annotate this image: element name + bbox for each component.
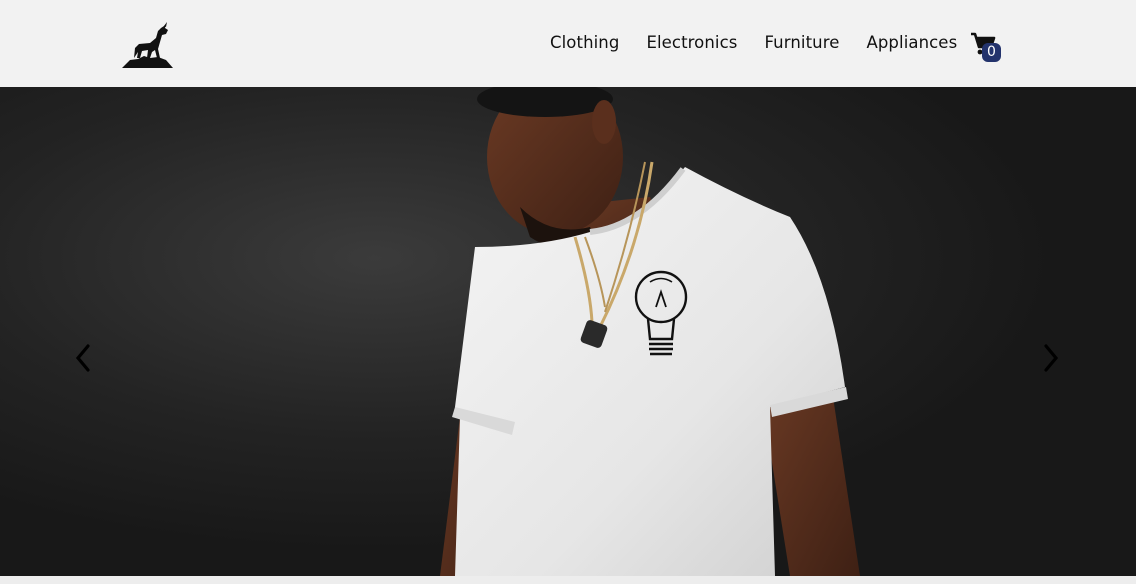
nav-item-electronics[interactable]: Electronics [646, 33, 737, 52]
top-navbar: Clothing Electronics Furniture Appliance… [0, 0, 1136, 87]
nav-item-clothing[interactable]: Clothing [550, 33, 619, 52]
chevron-left-icon [75, 344, 90, 372]
nav-item-appliances[interactable]: Appliances [866, 33, 957, 52]
hero-carousel [0, 87, 1136, 576]
carousel-next-button[interactable] [1040, 342, 1062, 374]
carousel-prev-button[interactable] [72, 342, 94, 374]
cart-count-badge: 0 [982, 43, 1001, 62]
cart-button[interactable]: 0 [970, 32, 1004, 64]
hero-image [0, 87, 1136, 576]
main-nav: Clothing Electronics Furniture Appliance… [550, 33, 957, 52]
nav-item-furniture[interactable]: Furniture [764, 33, 839, 52]
page-bottom-divider [0, 576, 1136, 584]
goat-logo-icon[interactable] [120, 22, 174, 70]
chevron-right-icon [1044, 344, 1059, 372]
